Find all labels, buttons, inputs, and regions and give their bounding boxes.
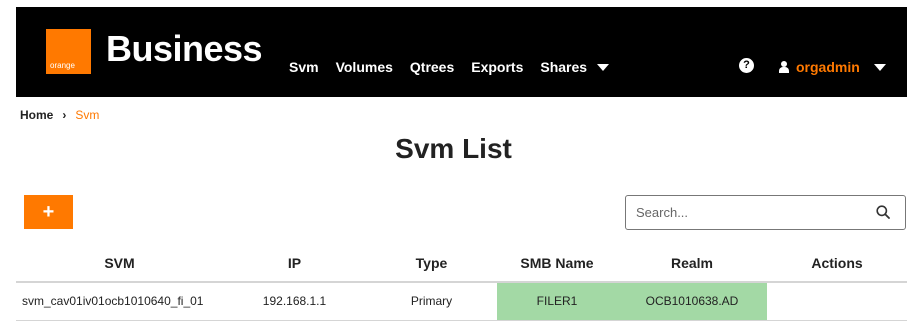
cell-actions (767, 282, 907, 321)
user-menu[interactable]: orgadmin (779, 59, 886, 75)
orange-logo[interactable]: orange (46, 29, 91, 74)
brand-title: Business (106, 28, 263, 69)
chevron-down-icon (873, 63, 886, 71)
breadcrumb-current: Svm (75, 108, 100, 122)
chevron-down-icon (597, 63, 610, 71)
nav-exports[interactable]: Exports (471, 59, 523, 75)
page-title: Svm List (395, 133, 512, 164)
help-icon[interactable]: ? (739, 58, 754, 73)
top-navbar: orange Business Svm Volumes Qtrees Expor… (16, 7, 907, 97)
user-icon (779, 61, 789, 73)
main-nav: Svm Volumes Qtrees Exports Shares (289, 59, 626, 75)
cell-type: Primary (366, 282, 497, 321)
cell-ip: 192.168.1.1 (223, 282, 366, 321)
search-box (625, 195, 906, 230)
add-svm-button[interactable]: + (24, 195, 73, 229)
search-icon[interactable] (876, 205, 890, 219)
column-header-smb-name[interactable]: SMB Name (497, 244, 617, 283)
nav-qtrees[interactable]: Qtrees (410, 59, 454, 75)
table-header-row: SVM IP Type SMB Name Realm Actions (16, 244, 907, 283)
user-name: orgadmin (796, 59, 860, 75)
cell-svm: svm_cav01iv01ocb1010640_fi_01 (16, 282, 223, 321)
column-header-type[interactable]: Type (366, 244, 497, 283)
column-header-realm[interactable]: Realm (617, 244, 767, 283)
table-row[interactable]: svm_cav01iv01ocb1010640_fi_01 192.168.1.… (16, 282, 907, 321)
nav-shares[interactable]: Shares (540, 59, 610, 75)
breadcrumb-home[interactable]: Home (20, 108, 53, 122)
breadcrumb: Home › Svm (20, 108, 99, 122)
cell-realm: OCB1010638.AD (617, 282, 767, 321)
breadcrumb-separator-icon: › (62, 108, 67, 122)
svm-table: SVM IP Type SMB Name Realm Actions svm_c… (16, 244, 907, 321)
nav-svm[interactable]: Svm (289, 59, 319, 75)
column-header-svm[interactable]: SVM (16, 244, 223, 283)
cell-smb-name: FILER1 (497, 282, 617, 321)
nav-volumes[interactable]: Volumes (336, 59, 393, 75)
nav-shares-label: Shares (540, 59, 588, 75)
top-border (0, 0, 907, 7)
column-header-actions: Actions (767, 244, 907, 283)
search-input[interactable] (626, 196, 866, 229)
column-header-ip[interactable]: IP (223, 244, 366, 283)
logo-text: orange (50, 61, 75, 70)
